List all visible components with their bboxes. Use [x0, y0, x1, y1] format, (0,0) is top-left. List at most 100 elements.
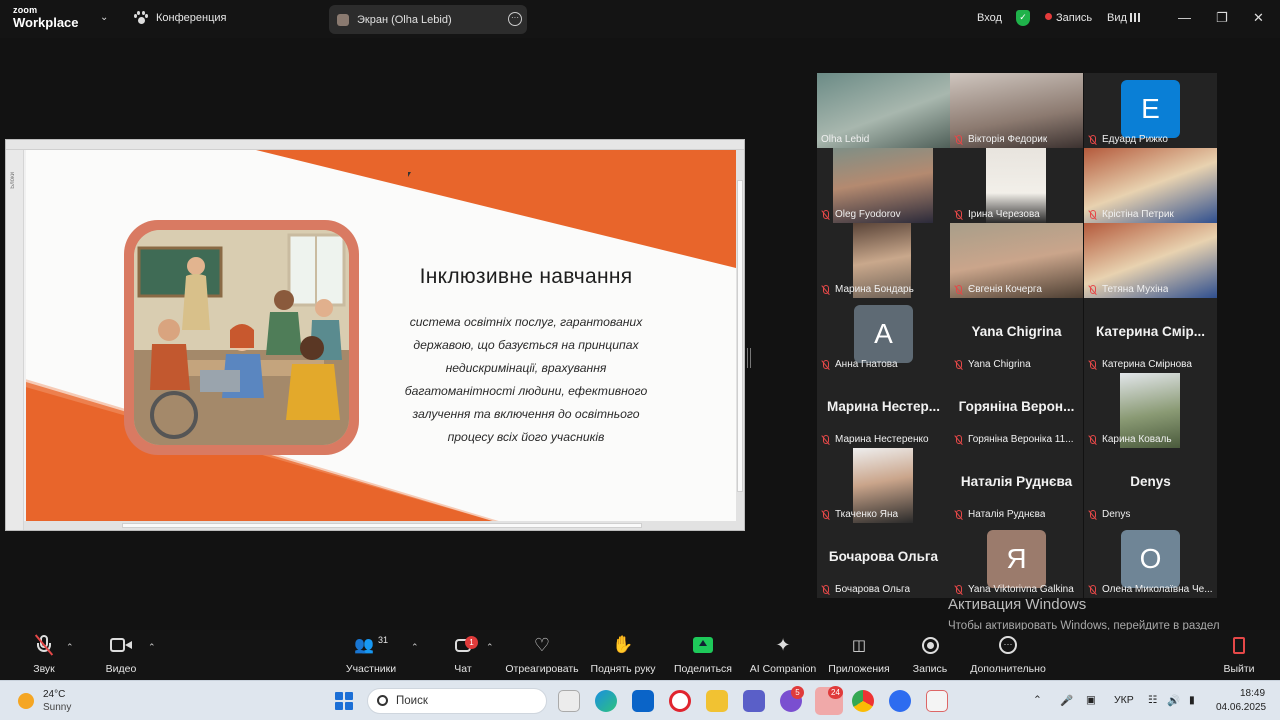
react-button[interactable]: ♡ Отреагировать	[505, 630, 578, 680]
mic-muted-icon	[1088, 509, 1097, 520]
participant-tile[interactable]: A Анна Гнатова	[817, 298, 950, 373]
participants-count: 31	[377, 635, 388, 645]
record-indicator[interactable]: Запись	[1045, 12, 1092, 24]
ai-companion-button[interactable]: ✦ AI Companion	[750, 630, 817, 680]
participant-tile[interactable]: Yana Chigrina Yana Chigrina	[950, 298, 1083, 373]
taskbar-search[interactable]: Поиск	[367, 688, 547, 714]
participant-tile[interactable]: Бочарова Ольга Бочарова Ольга	[817, 523, 950, 598]
participants-button[interactable]: 👥 31 Участники	[346, 630, 396, 680]
participant-tile[interactable]: Olha Lebid	[817, 73, 950, 148]
shared-screen: Блоки Інклюзивне навчання система освітн…	[5, 139, 745, 531]
vertical-scroll-thumb[interactable]	[737, 180, 743, 492]
shield-check-icon[interactable]: ✓	[1016, 10, 1030, 26]
close-icon[interactable]: ✕	[1253, 10, 1264, 26]
chevron-down-icon[interactable]: ⌄	[100, 12, 108, 23]
record-button[interactable]: Запись	[908, 630, 952, 680]
participant-tile[interactable]: Крістіна Петрик	[1084, 148, 1217, 223]
chat-options-caret[interactable]: ⌃	[486, 642, 494, 653]
participant-tile[interactable]: Карина Коваль	[1084, 373, 1217, 448]
participant-name: Марина Бондарь	[835, 284, 914, 295]
taskbar-time[interactable]: 18:49	[1240, 688, 1265, 699]
participant-tile[interactable]: Тетяна Мухіна	[1084, 223, 1217, 298]
opera-icon[interactable]	[669, 690, 691, 712]
audio-options-caret[interactable]: ⌃	[66, 642, 74, 653]
edge-icon[interactable]	[595, 690, 617, 712]
participants-options-caret[interactable]: ⌃	[411, 642, 419, 653]
chrome-icon[interactable]	[852, 690, 874, 712]
participant-name: Горяніна Вероніка 11...	[968, 434, 1074, 445]
minimize-icon[interactable]: —	[1178, 10, 1191, 25]
zoom-taskbar-icon[interactable]	[889, 690, 911, 712]
participant-tile[interactable]: E Едуард Рижко	[1084, 73, 1217, 148]
conference-menu[interactable]: Конференция	[134, 11, 226, 25]
raise-hand-button[interactable]: ✋ Поднять руку	[590, 630, 656, 680]
screen-share-indicator[interactable]: Экран (Olha Lebid) ···	[329, 5, 527, 34]
classroom-illustration	[134, 230, 349, 445]
participant-tile[interactable]: O Олена Миколаївна Че...	[1084, 523, 1217, 598]
participant-tile[interactable]: Oleg Fyodorov	[817, 148, 950, 223]
weather-condition[interactable]: Sunny	[43, 702, 71, 713]
participant-tile[interactable]: Ірина Черезова	[950, 148, 1083, 223]
participant-display-name: Катерина Смір...	[1096, 324, 1205, 339]
participant-name: Євгенія Кочерга	[968, 284, 1042, 295]
participant-tile[interactable]: Марина Нестер... Марина Нестеренко	[817, 373, 950, 448]
participant-tile[interactable]: Я Yana Viktorivna Galkina	[950, 523, 1083, 598]
participant-name: Едуард Рижко	[1102, 134, 1168, 145]
leave-button[interactable]: Выйти	[1220, 630, 1258, 680]
microphone-tray-icon[interactable]: 🎤	[1060, 694, 1073, 707]
more-button[interactable]: ··· Дополнительно	[970, 630, 1046, 680]
mouse-cursor-icon	[408, 172, 411, 177]
more-label: Дополнительно	[970, 663, 1046, 675]
more-icon[interactable]: ···	[508, 12, 522, 26]
signin-button[interactable]: Вход	[977, 12, 1002, 24]
record-icon	[921, 636, 939, 654]
vertical-scrollbar[interactable]	[736, 150, 744, 530]
weather-temperature[interactable]: 24°C	[43, 689, 65, 700]
display-tray-icon[interactable]: ▣	[1086, 694, 1096, 706]
participant-tile[interactable]: Катерина Смір... Катерина Смірнова	[1084, 298, 1217, 373]
video-button[interactable]: Видео	[97, 630, 145, 680]
snipping-tool-icon[interactable]	[926, 690, 948, 712]
teams-icon[interactable]	[743, 690, 765, 712]
participant-tile[interactable]: Ткаченко Яна	[817, 448, 950, 523]
battery-icon[interactable]: ▮	[1189, 694, 1195, 706]
participant-tile[interactable]: Наталія Руднєва Наталія Руднєва	[950, 448, 1083, 523]
mic-muted-icon	[1088, 359, 1097, 370]
participant-name-label: Олена Миколаївна Че...	[1088, 584, 1213, 595]
wifi-icon[interactable]: ☷	[1148, 694, 1157, 706]
tray-expand-icon[interactable]: ⌃	[1033, 694, 1042, 706]
share-screen-button[interactable]: Поделиться	[674, 630, 732, 680]
video-options-caret[interactable]: ⌃	[148, 642, 156, 653]
presenter-avatar	[337, 13, 349, 26]
apps-button[interactable]: ◫ Приложения	[828, 630, 890, 680]
participant-tile[interactable]: Євгенія Кочерга	[950, 223, 1083, 298]
participant-name-label: Denys	[1088, 509, 1130, 520]
participant-tile[interactable]: Горяніна Верон... Горяніна Вероніка 11...	[950, 373, 1083, 448]
file-explorer-icon[interactable]	[706, 690, 728, 712]
participant-tile[interactable]: Марина Бондарь	[817, 223, 950, 298]
chat-button[interactable]: 1 Чат	[443, 630, 483, 680]
volume-icon[interactable]: 🔊	[1167, 694, 1180, 707]
participant-tile[interactable]: Вікторія Федорик	[950, 73, 1083, 148]
participant-name: Вікторія Федорик	[968, 134, 1048, 145]
horizontal-scroll-thumb[interactable]	[122, 523, 642, 528]
heart-icon: ♡	[533, 634, 551, 655]
panel-resize-handle[interactable]	[747, 348, 751, 368]
grid-icon	[1129, 13, 1140, 22]
horizontal-scrollbar[interactable]	[24, 521, 736, 530]
view-button[interactable]: Вид	[1107, 12, 1140, 24]
mic-muted-icon	[954, 359, 963, 370]
taskbar-date[interactable]: 04.06.2025	[1216, 702, 1266, 713]
participant-name: Yana Viktorivna Galkina	[968, 584, 1074, 595]
task-view-icon[interactable]	[558, 690, 580, 712]
maximize-icon[interactable]: ❐	[1216, 10, 1228, 26]
sun-icon[interactable]	[18, 693, 34, 709]
outlook-icon[interactable]	[632, 690, 654, 712]
language-indicator[interactable]: УКР	[1114, 694, 1134, 706]
audio-button[interactable]: Звук	[20, 630, 68, 680]
windows-start-icon[interactable]	[335, 692, 353, 710]
meeting-toolbar: Звук ⌃ Видео ⌃ 👥 31 Участники ⌃ 1 Чат ⌃ ♡…	[0, 630, 1280, 680]
participant-tile[interactable]: Denys Denys	[1084, 448, 1217, 523]
conference-label: Конференция	[156, 12, 227, 24]
zoom-workplace-logo[interactable]: zoom Workplace	[13, 6, 79, 30]
